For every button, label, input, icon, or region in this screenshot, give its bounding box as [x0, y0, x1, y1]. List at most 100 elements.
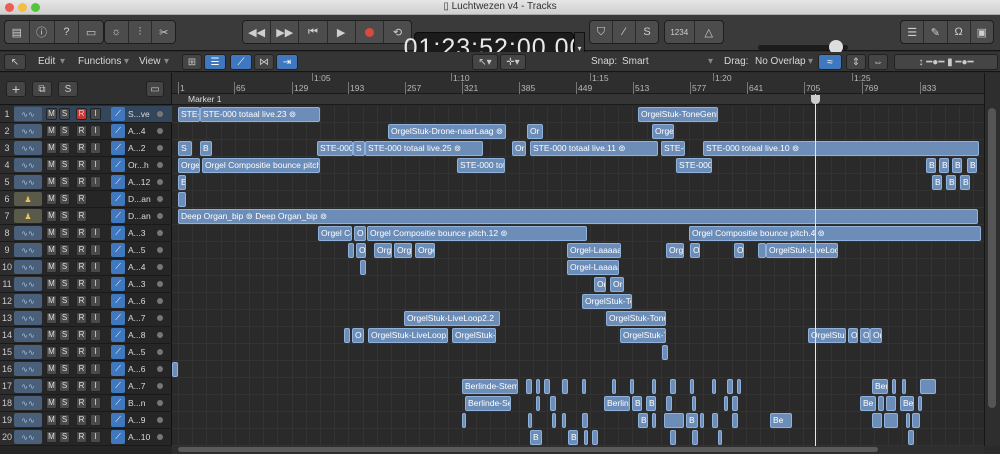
audio-region[interactable]: O: [848, 328, 858, 343]
automation-curve-icon[interactable]: ⟋: [111, 175, 125, 189]
automation-curve-icon[interactable]: ⟋: [111, 396, 125, 410]
input-monitor-button[interactable]: I: [90, 227, 101, 239]
mute-button[interactable]: M: [46, 142, 57, 154]
audio-region[interactable]: Or: [594, 277, 606, 292]
automation-curve-icon[interactable]: ⟋: [111, 311, 125, 325]
solo-button[interactable]: S: [59, 414, 70, 426]
audio-region[interactable]: O: [690, 243, 700, 258]
audio-region[interactable]: [886, 396, 896, 411]
track-name[interactable]: A...6: [128, 361, 154, 377]
audio-region[interactable]: Orgel Compositie bounce pitch.6: [202, 158, 320, 173]
audio-region[interactable]: Ber: [872, 379, 888, 394]
library-icon[interactable]: ▤: [5, 21, 30, 43]
audio-region[interactable]: [344, 328, 350, 343]
audio-region[interactable]: Be: [770, 413, 792, 428]
automation-curve-icon[interactable]: ⟋: [111, 345, 125, 359]
track-header[interactable]: 7 ♟ M S R ⟋ D...an: [0, 208, 172, 225]
audio-region[interactable]: Or: [610, 277, 624, 292]
solo-button[interactable]: S: [59, 244, 70, 256]
solo-button[interactable]: S: [59, 108, 70, 120]
solo-button[interactable]: S: [59, 142, 70, 154]
audio-region[interactable]: [348, 243, 354, 258]
solo-button[interactable]: S: [59, 295, 70, 307]
track-header[interactable]: 20 ∿∿ M S R I ⟋ A...10: [0, 429, 172, 446]
drag-dropdown[interactable]: No Overlap: [755, 55, 806, 69]
waveform-zoom-icon[interactable]: ≈: [818, 54, 842, 70]
solo-button[interactable]: S: [59, 193, 70, 205]
input-monitor-button[interactable]: I: [90, 346, 101, 358]
audio-region[interactable]: [562, 413, 566, 428]
solo-button[interactable]: S: [59, 380, 70, 392]
audio-region[interactable]: [692, 396, 696, 411]
track-lane[interactable]: [172, 412, 984, 429]
arrange-area[interactable]: STE- STE-000 totaal live.23 ⊚ OrgelStuk-To…: [172, 106, 984, 446]
playhead-handle[interactable]: [811, 95, 820, 104]
audio-region[interactable]: Or: [527, 124, 543, 139]
audio-region[interactable]: [652, 379, 656, 394]
track-header[interactable]: 18 ∿∿ M S R I ⟋ B...n: [0, 395, 172, 412]
input-monitor-button[interactable]: I: [90, 278, 101, 290]
audio-region[interactable]: S: [178, 141, 192, 156]
audio-region[interactable]: STE-000 tot: [457, 158, 505, 173]
mute-button[interactable]: M: [46, 329, 57, 341]
track-header[interactable]: 6 ♟ M S R ⟋ D...an: [0, 191, 172, 208]
track-header[interactable]: 15 ∿∿ M S R I ⟋ A...5: [0, 344, 172, 361]
track-name[interactable]: A...10: [128, 429, 154, 445]
audio-waveform-icon[interactable]: ∿∿: [14, 260, 42, 274]
track-name[interactable]: A...2: [128, 140, 154, 156]
audio-waveform-icon[interactable]: ∿∿: [14, 345, 42, 359]
track-lane[interactable]: [172, 310, 984, 327]
audio-region[interactable]: [592, 430, 598, 445]
record-enable-button[interactable]: R: [76, 176, 87, 188]
audio-region[interactable]: Orgel Compositie bounce pitch.12 ⊚: [367, 226, 587, 241]
toolbar-icon[interactable]: ▭: [79, 21, 103, 43]
audio-waveform-icon[interactable]: ∿∿: [14, 141, 42, 155]
audio-region[interactable]: [630, 379, 634, 394]
input-monitor-button[interactable]: I: [90, 380, 101, 392]
audio-region[interactable]: B: [926, 158, 936, 173]
functions-menu[interactable]: Functions: [78, 55, 121, 69]
audio-region[interactable]: [878, 396, 884, 411]
track-header[interactable]: 19 ∿∿ M S R I ⟋ A...9: [0, 412, 172, 429]
track-lane[interactable]: [172, 123, 984, 140]
view-menu[interactable]: View: [139, 55, 161, 69]
track-header[interactable]: 1 ∿∿ M S R I ⟋ S...ve: [0, 106, 172, 123]
solo-button[interactable]: S: [59, 210, 70, 222]
audio-region[interactable]: Orge: [415, 243, 435, 258]
audio-region[interactable]: Deep Organ_bip ⊚ Deep Organ_bip ⊚: [178, 209, 978, 224]
audio-region[interactable]: B: [686, 413, 698, 428]
audio-region[interactable]: OrgelStuk-LiveLoop2.2: [404, 311, 500, 326]
audio-region[interactable]: [178, 192, 186, 207]
input-monitor-button[interactable]: I: [90, 261, 101, 273]
audio-region[interactable]: B: [952, 158, 962, 173]
audio-region[interactable]: [732, 413, 738, 428]
record-enable-button[interactable]: R: [76, 125, 87, 137]
play-icon[interactable]: ▶: [328, 21, 356, 43]
audio-region[interactable]: B: [200, 141, 212, 156]
automation-curve-icon[interactable]: ⟋: [111, 192, 125, 206]
track-name[interactable]: A...6: [128, 293, 154, 309]
audio-region[interactable]: [582, 379, 586, 394]
audio-region[interactable]: B: [530, 430, 542, 445]
audio-waveform-icon[interactable]: ∿∿: [14, 379, 42, 393]
playhead[interactable]: [815, 94, 816, 446]
audio-region[interactable]: [536, 396, 540, 411]
input-monitor-button[interactable]: I: [90, 108, 101, 120]
inspector-icon[interactable]: ⓘ: [30, 21, 55, 43]
audio-region[interactable]: [582, 413, 588, 428]
record-enable-button[interactable]: R: [76, 108, 87, 120]
automation-curve-icon[interactable]: ⟋: [111, 277, 125, 291]
mute-button[interactable]: M: [46, 193, 57, 205]
automation-curve-icon[interactable]: ⟋: [111, 124, 125, 138]
record-enable-button[interactable]: R: [76, 397, 87, 409]
audio-region[interactable]: [664, 413, 684, 428]
audio-region[interactable]: [712, 413, 718, 428]
track-name[interactable]: S...ve: [128, 106, 154, 122]
track-name[interactable]: B...n: [128, 395, 154, 411]
metronome-icon[interactable]: △: [695, 21, 724, 43]
audio-region[interactable]: Or: [870, 328, 882, 343]
list-view-icon[interactable]: ☰: [204, 54, 226, 70]
audio-waveform-icon[interactable]: ∿∿: [14, 294, 42, 308]
audio-region[interactable]: O: [356, 243, 366, 258]
automation-curve-icon[interactable]: ⟋: [111, 328, 125, 342]
